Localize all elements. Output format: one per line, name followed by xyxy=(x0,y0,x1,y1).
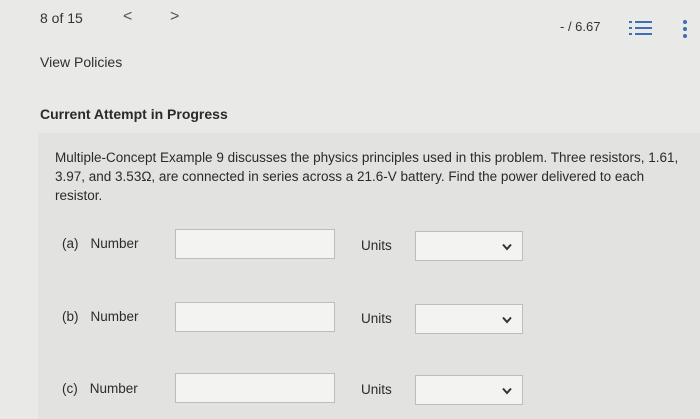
chevron-down-icon xyxy=(502,243,512,251)
list-icon[interactable] xyxy=(628,18,654,38)
part-a-units-select[interactable] xyxy=(415,231,523,261)
part-b-number-input[interactable] xyxy=(175,302,335,332)
next-question-button[interactable]: > xyxy=(170,9,179,25)
part-a-units-label: Units xyxy=(361,238,392,253)
part-b-label: (b) Number xyxy=(62,309,139,324)
previous-question-button[interactable]: < xyxy=(123,9,132,25)
part-b-units-label: Units xyxy=(361,311,392,326)
part-c-units-select[interactable] xyxy=(415,375,523,405)
part-a-label: (a) Number xyxy=(62,236,139,251)
score-display: - / 6.67 xyxy=(560,19,601,34)
attempt-status-heading: Current Attempt in Progress xyxy=(40,106,228,122)
question-counter: 8 of 15 xyxy=(40,10,83,26)
chevron-down-icon xyxy=(502,387,512,395)
part-b-units-select[interactable] xyxy=(415,304,523,334)
part-a-letter: (a) xyxy=(62,236,79,251)
chevron-down-icon xyxy=(502,316,512,324)
part-c-number-input[interactable] xyxy=(175,373,335,403)
part-c-units-label: Units xyxy=(361,382,392,397)
part-c-letter: (c) xyxy=(62,381,78,396)
part-b-letter: (b) xyxy=(62,309,79,324)
part-a-number-label: Number xyxy=(90,236,139,251)
part-b-number-label: Number xyxy=(90,309,139,324)
view-policies-link[interactable]: View Policies xyxy=(40,54,122,70)
top-bar: 8 of 15 < > - / 6.67 xyxy=(0,0,700,38)
kebab-menu-icon[interactable] xyxy=(680,18,690,40)
part-c-number-label: Number xyxy=(89,381,138,396)
part-c-label: (c) Number xyxy=(62,381,138,396)
question-text: Multiple-Concept Example 9 discusses the… xyxy=(55,150,679,203)
part-a-number-input[interactable] xyxy=(175,229,335,259)
